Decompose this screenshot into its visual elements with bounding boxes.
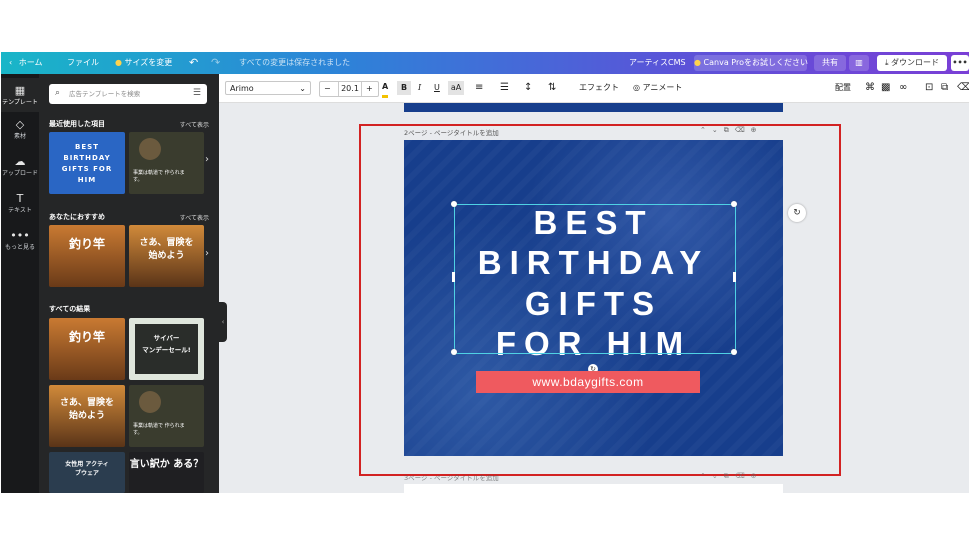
see-all-recommended[interactable]: すべて表示 — [180, 213, 209, 222]
rail-more[interactable]: ••• もっと見る — [1, 229, 39, 251]
file-menu[interactable]: ファイル — [67, 52, 99, 74]
font-size-input[interactable]: 20.1 — [338, 82, 362, 96]
download-button[interactable]: ⤓ ダウンロード — [877, 55, 947, 71]
thumb-best-birthday[interactable]: BEST BIRTHDAY GIFTS FOR HIM — [49, 132, 125, 194]
thumb-adventure-2[interactable]: さあ、冒険を始めよう — [49, 385, 125, 447]
chevron-left-icon: ‹ — [9, 58, 13, 67]
top-bar: ‹ ホーム ファイル ● サイズを変更 ↶ ↷ すべての変更は保存されました ア… — [1, 52, 969, 74]
elements-icon: ◇ — [15, 118, 25, 131]
list-icon[interactable]: ☰ — [500, 81, 509, 95]
thumb-activewear[interactable]: 女性用 アクティブウェア — [49, 452, 125, 493]
insights-icon[interactable]: ▥ — [849, 55, 869, 71]
decrease-size-button[interactable]: − — [324, 82, 331, 96]
filter-icon[interactable]: ☰ — [193, 88, 201, 98]
add-page-icon[interactable]: ⊕ — [751, 472, 763, 480]
home-button[interactable]: ‹ ホーム — [9, 52, 43, 74]
font-selector[interactable]: Arimo ⌄ — [225, 81, 311, 95]
upload-icon: ☁ — [14, 155, 26, 168]
align-center-icon[interactable]: ≡ — [475, 81, 483, 95]
template-icon: ▦ — [14, 84, 26, 97]
effects-button[interactable]: エフェクト — [579, 81, 619, 95]
link-icon[interactable]: ∞ — [899, 81, 907, 95]
undo-icon[interactable]: ↶ — [189, 52, 198, 74]
highlight-frame — [359, 124, 841, 476]
animate-button[interactable]: ◎ アニメート — [633, 81, 682, 95]
rail-templates[interactable]: ▦ テンプレート — [1, 78, 39, 112]
chevron-down-icon[interactable]: ⌄ — [712, 472, 724, 480]
rail-text[interactable]: T テキスト — [1, 192, 39, 214]
chevron-right-icon[interactable]: › — [205, 154, 209, 165]
section-all-results: すべての結果 — [49, 305, 91, 313]
coffee-image — [139, 138, 161, 160]
page-3-title[interactable]: 3ページ - ページタイトルを追加 — [404, 472, 499, 482]
section-recent: 最近使用した項目 — [49, 120, 105, 128]
chevron-down-icon: ⌄ — [299, 84, 306, 93]
thumb-excuse[interactable]: 言い訳か ある？ — [129, 452, 204, 493]
search-icon: ⌕ — [55, 88, 61, 98]
text-direction-icon[interactable]: ⇅ — [548, 81, 556, 95]
more-menu-button[interactable]: ••• — [951, 55, 969, 71]
page-1-bottom[interactable] — [404, 103, 783, 112]
underline-button[interactable]: U — [434, 81, 440, 95]
page-3-actions: ⌃⌄⧉⌫⊕ — [700, 472, 763, 481]
design-page-3[interactable] — [404, 484, 783, 493]
thumb-adventure[interactable]: さあ、冒険を始めよう — [129, 225, 204, 287]
animate-icon: ◎ — [633, 83, 640, 92]
lock-icon[interactable]: ⊡ — [925, 81, 933, 95]
transparency-icon[interactable]: ▩ — [881, 81, 890, 95]
section-recommended: あなたにおすすめ — [49, 213, 105, 221]
rail-uploads[interactable]: ☁ アップロード — [1, 155, 39, 177]
more-icon: ••• — [10, 229, 30, 242]
duplicate-icon[interactable]: ⧉ — [724, 472, 735, 480]
see-all-recent[interactable]: すべて表示 — [180, 120, 209, 129]
duplicate-icon[interactable]: ⧉ — [941, 81, 948, 95]
bold-button[interactable]: B — [397, 81, 411, 95]
position-button[interactable]: 配置 — [835, 81, 851, 95]
thumb-fishing-2[interactable]: 釣り竿 — [49, 318, 125, 380]
canva-pro-button[interactable]: ● Canva Proをお試しください — [694, 55, 808, 71]
crown-icon: ● — [694, 58, 701, 67]
thumb-coffee-2[interactable]: 事業は軌道で 作られます。 — [129, 385, 204, 447]
download-icon: ⤓ — [884, 58, 889, 67]
increase-size-button[interactable]: + — [366, 82, 373, 96]
trash-icon[interactable]: ⌫ — [957, 81, 969, 95]
case-button[interactable]: aA — [448, 81, 464, 95]
chevron-left-icon: ‹ — [221, 318, 225, 326]
rail-elements[interactable]: ◇ 素材 — [1, 118, 39, 140]
text-icon: T — [16, 192, 24, 205]
chevron-right-icon[interactable]: › — [205, 248, 209, 259]
text-toolbar: Arimo ⌄ − 20.1 + A B I U aA ≡ ☰ ↕ ⇅ エフェク… — [219, 74, 969, 103]
cms-label[interactable]: アーティスCMS — [629, 52, 686, 74]
redo-icon[interactable]: ↷ — [211, 52, 220, 74]
trash-icon[interactable]: ⌫ — [735, 472, 751, 480]
save-status: すべての変更は保存されました — [239, 58, 351, 67]
line-spacing-icon[interactable]: ↕ — [524, 81, 532, 95]
share-button[interactable]: 共有 — [814, 55, 846, 71]
crown-icon: ● — [115, 58, 122, 67]
paint-format-icon[interactable]: ⌘ — [865, 81, 875, 95]
template-search[interactable]: ⌕ 広告テンプレートを検索 ☰ — [49, 84, 207, 104]
italic-button[interactable]: I — [418, 81, 421, 95]
left-rail: ▦ テンプレート ◇ 素材 ☁ アップロード T テキスト ••• もっと見る — [1, 74, 39, 493]
thumb-cyber-monday[interactable]: サイバー マンデーセール! — [129, 318, 204, 380]
text-color-button[interactable]: A — [382, 81, 389, 98]
panel-collapse-handle[interactable]: ‹ — [219, 302, 227, 342]
thumb-fishing[interactable]: 釣り竿 — [49, 225, 125, 287]
font-size-stepper[interactable]: − 20.1 + — [319, 81, 379, 97]
search-input[interactable]: 広告テンプレートを検索 — [69, 84, 140, 104]
resize-button[interactable]: ● サイズを変更 — [115, 52, 172, 74]
thumb-coffee[interactable]: 事業は軌道で 作られます。 — [129, 132, 204, 194]
chevron-up-icon[interactable]: ⌃ — [700, 472, 712, 480]
template-panel: ⌕ 広告テンプレートを検索 ☰ 最近使用した項目 すべて表示 BEST BIRT… — [39, 74, 219, 493]
